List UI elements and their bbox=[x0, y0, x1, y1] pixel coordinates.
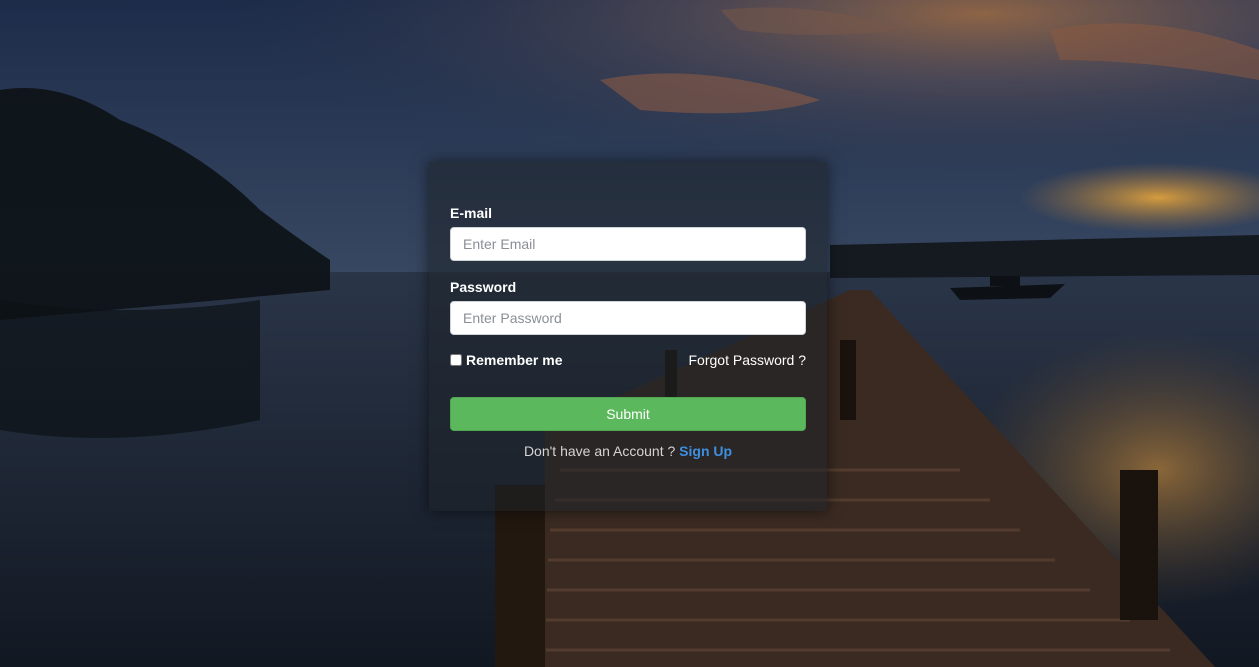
remember-me[interactable]: Remember me bbox=[450, 352, 563, 368]
remember-me-checkbox[interactable] bbox=[450, 354, 462, 366]
login-form-card: E-mail Password Remember me Forgot Passw… bbox=[429, 162, 827, 511]
password-field[interactable] bbox=[450, 301, 806, 335]
submit-button[interactable]: Submit bbox=[450, 397, 806, 431]
sign-up-link[interactable]: Sign Up bbox=[679, 443, 732, 459]
email-label: E-mail bbox=[450, 205, 493, 221]
signup-prompt: Don't have an Account ? Sign Up bbox=[429, 443, 827, 459]
email-field[interactable] bbox=[450, 227, 806, 261]
signup-prompt-text: Don't have an Account ? bbox=[523, 443, 676, 459]
remember-me-label: Remember me bbox=[466, 352, 563, 368]
password-label: Password bbox=[450, 279, 517, 295]
forgot-password-link[interactable]: Forgot Password ? bbox=[689, 352, 807, 368]
